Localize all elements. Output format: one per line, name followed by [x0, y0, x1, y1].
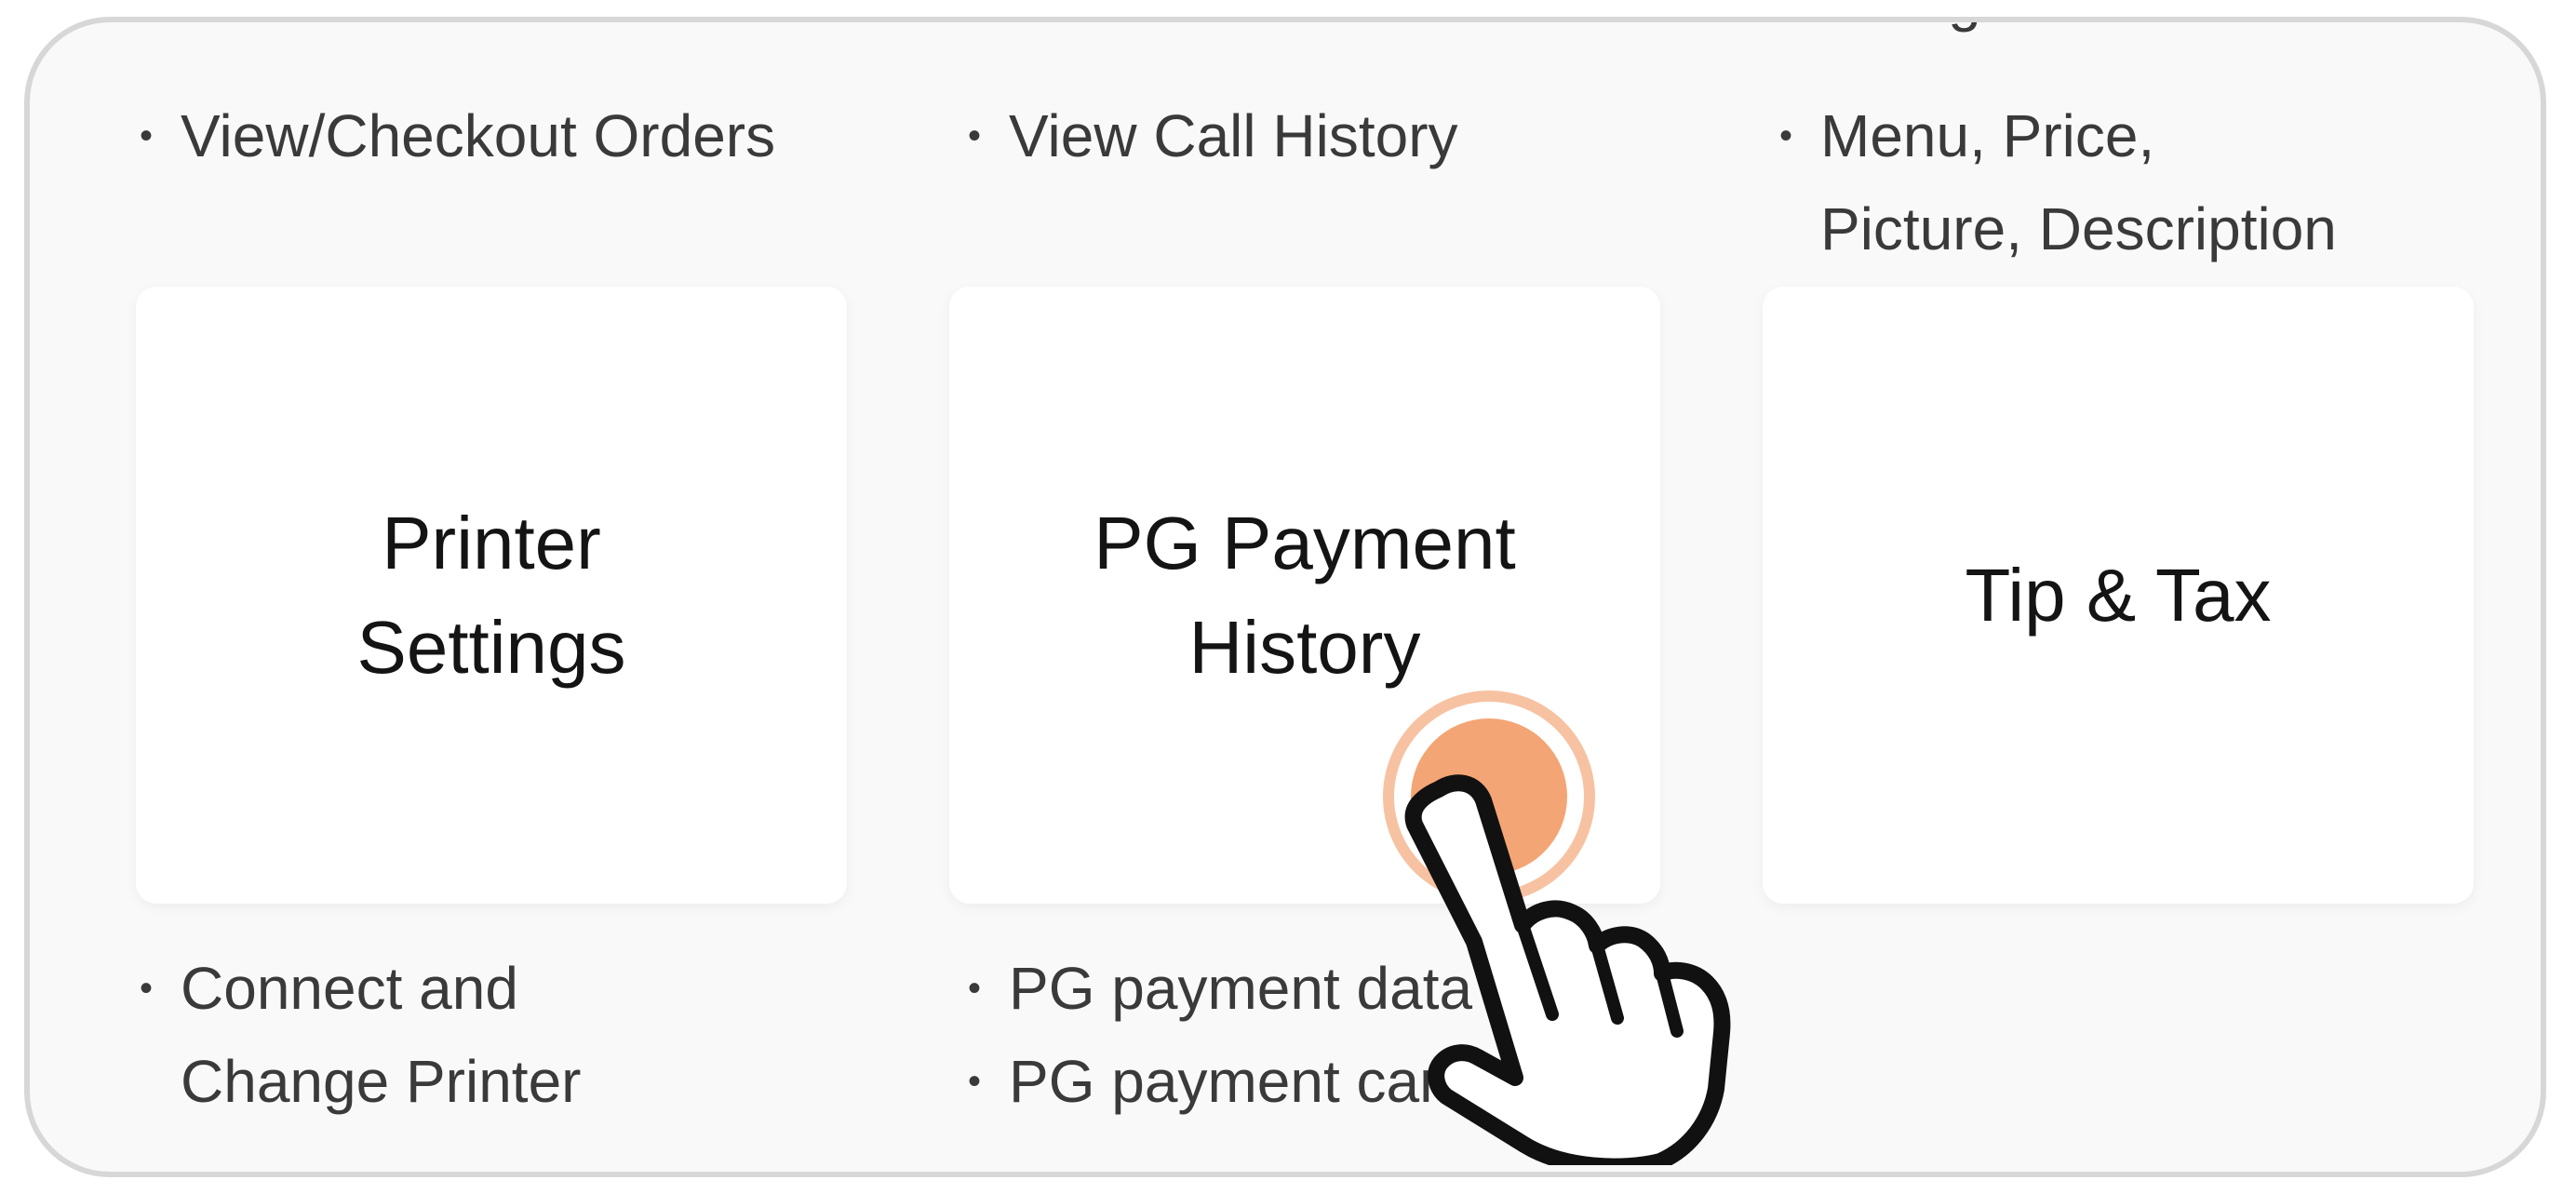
- list-item: Change Printer: [181, 1048, 582, 1115]
- categories-cut-label: Categories: [1822, 22, 2111, 34]
- orders-feature-list: View/Checkout Orders: [140, 89, 775, 182]
- menu-feature-list: Menu, Price, Picture, Description: [1779, 89, 2472, 275]
- card-title: Tip & Tax: [1965, 553, 2272, 637]
- call-feature-list: View Call History: [968, 89, 1458, 182]
- list-item: Menu, Price, Picture, Description: [1779, 89, 2472, 275]
- list-item: View Call History: [968, 89, 1458, 182]
- list-item: Connect and: [140, 942, 581, 1035]
- list-item: View/Checkout Orders: [140, 89, 775, 182]
- printer-feature-list: Connect and Change Printer: [140, 942, 581, 1128]
- printer-settings-card[interactable]: Printer Settings: [136, 287, 847, 904]
- card-title: Printer Settings: [356, 501, 626, 689]
- card-title: PG Payment History: [1093, 501, 1516, 689]
- hand-pointer-icon: [1404, 774, 1731, 1165]
- feature-panel: Categories View/Checkout Orders View Cal…: [24, 17, 2546, 1177]
- tip-tax-card[interactable]: Tip & Tax: [1763, 287, 2474, 904]
